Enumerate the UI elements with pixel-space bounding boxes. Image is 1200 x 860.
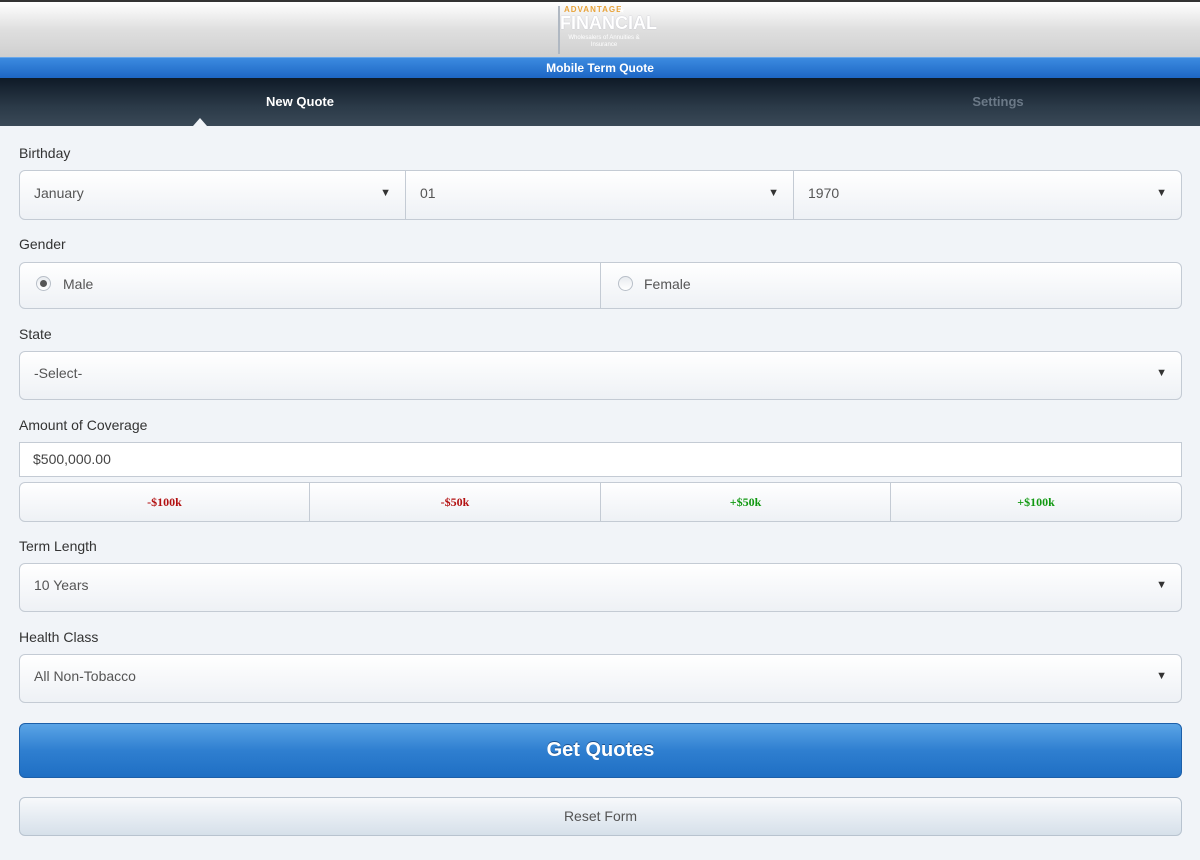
gender-male-label: Male (63, 276, 94, 292)
health-class-select[interactable]: All Non-Tobacco ▼ (19, 654, 1182, 703)
birthday-month-select[interactable]: January ▼ (20, 171, 406, 219)
decrease-100k-button[interactable]: -$100k (20, 483, 310, 521)
term-length-label: Term Length (19, 538, 97, 554)
app-header: ADVANTAGE ★ FINANCIAL Wholesalers of Ann… (0, 0, 1200, 57)
tab-settings[interactable]: Settings (598, 78, 1200, 126)
company-logo: ADVANTAGE ★ FINANCIAL Wholesalers of Ann… (558, 4, 657, 56)
chevron-down-icon: ▼ (1156, 187, 1167, 199)
tab-new-quote[interactable]: New Quote (0, 78, 600, 126)
coverage-label: Amount of Coverage (19, 417, 148, 433)
gender-label: Gender (19, 236, 66, 252)
decrease-50k-button[interactable]: -$50k (310, 483, 601, 521)
active-tab-indicator (193, 118, 207, 126)
birthday-year-select[interactable]: 1970 ▼ (794, 171, 1181, 219)
chevron-down-icon: ▼ (1156, 670, 1167, 682)
state-label: State (19, 326, 52, 342)
state-select[interactable]: -Select- ▼ (19, 351, 1182, 400)
chevron-down-icon: ▼ (1156, 367, 1167, 379)
birthday-year-value: 1970 (808, 185, 840, 201)
health-class-value: All Non-Tobacco (34, 668, 136, 684)
page-subtitle: Mobile Term Quote (0, 57, 1200, 78)
logo-name: FINANCIAL (560, 13, 657, 33)
birthday-select-group: January ▼ 01 ▼ 1970 ▼ (19, 170, 1182, 220)
coverage-amount-input[interactable]: $500,000.00 (19, 442, 1182, 477)
birthday-label: Birthday (19, 145, 71, 161)
health-class-label: Health Class (19, 629, 99, 645)
birthday-month-value: January (34, 185, 84, 201)
increase-100k-button[interactable]: +$100k (891, 483, 1181, 521)
gender-radio-group: Male Female (19, 262, 1182, 309)
term-length-select[interactable]: 10 Years ▼ (19, 563, 1182, 612)
radio-checked-icon (36, 276, 51, 291)
radio-unchecked-icon (618, 276, 633, 291)
get-quotes-button[interactable]: Get Quotes (19, 723, 1182, 778)
chevron-down-icon: ▼ (1156, 579, 1167, 591)
nav-bar: New Quote Settings (0, 78, 1200, 126)
coverage-adjust-group: -$100k -$50k +$50k +$100k (19, 482, 1182, 522)
gender-female-label: Female (644, 276, 691, 292)
state-value: -Select- (34, 365, 83, 381)
chevron-down-icon: ▼ (768, 187, 779, 199)
chevron-down-icon: ▼ (380, 187, 391, 199)
reset-form-button[interactable]: Reset Form (19, 797, 1182, 836)
gender-option-female[interactable]: Female (601, 263, 1181, 308)
gender-option-male[interactable]: Male (20, 263, 601, 308)
term-length-value: 10 Years (34, 577, 89, 593)
birthday-day-select[interactable]: 01 ▼ (406, 171, 794, 219)
increase-50k-button[interactable]: +$50k (601, 483, 891, 521)
birthday-day-value: 01 (420, 185, 436, 201)
logo-tagline: Wholesalers of Annuities & Insurance (568, 35, 640, 48)
